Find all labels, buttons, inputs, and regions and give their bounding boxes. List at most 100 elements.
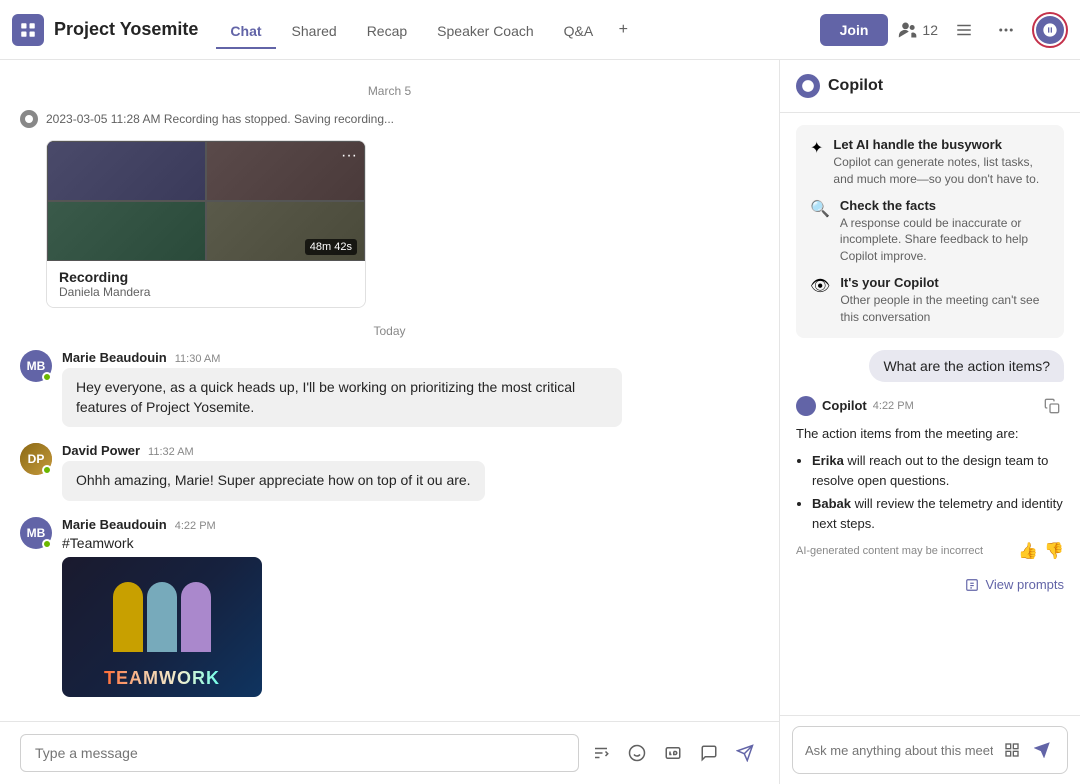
message-time-3: 4:22 PM	[175, 520, 216, 532]
date-divider-march: March 5	[20, 84, 759, 98]
view-prompts-button[interactable]: View prompts	[965, 577, 1064, 592]
format-icon[interactable]	[587, 739, 615, 767]
message-1: MB Marie Beaudouin 11:30 AM Hey everyone…	[20, 350, 759, 427]
online-indicator-david	[42, 465, 52, 475]
response-header: Copilot 4:22 PM	[796, 394, 1064, 418]
copilot-icon	[1036, 16, 1064, 44]
user-question: What are the action items?	[869, 350, 1064, 382]
info-desc-3: Other people in the meeting can't see th…	[840, 292, 1050, 326]
recording-system-text: 2023-03-05 11:28 AM Recording has stoppe…	[46, 112, 394, 126]
recording-thumbnail: 48m 42s ···	[47, 141, 365, 261]
thumbs-up-icon[interactable]: 👍	[1018, 541, 1038, 561]
info-item-1: ✦ Let AI handle the busywork Copilot can…	[810, 137, 1050, 188]
message-content-2: David Power 11:32 AM Ohhh amazing, Marie…	[62, 443, 759, 501]
info-item-2: 🔍 Check the facts A response could be in…	[810, 198, 1050, 265]
magnify-icon: 🔍	[810, 199, 830, 219]
tab-recap[interactable]: Recap	[353, 15, 421, 49]
avatar-marie: MB	[20, 350, 52, 382]
date-divider-today: Today	[20, 324, 759, 338]
copilot-response: Copilot 4:22 PM The action items from th…	[796, 394, 1064, 562]
online-indicator	[42, 372, 52, 382]
response-bold-1: Erika	[812, 453, 844, 468]
send-copilot-icon[interactable]	[1029, 737, 1055, 763]
eye-icon: 👁	[810, 276, 830, 296]
tab-speaker-coach[interactable]: Speaker Coach	[423, 15, 548, 49]
teamwork-gif: TEAMWORK	[62, 557, 262, 697]
message-content-1: Marie Beaudouin 11:30 AM Hey everyone, a…	[62, 350, 759, 427]
ai-disclaimer: AI-generated content may be incorrect	[796, 545, 983, 557]
more-options-button[interactable]	[990, 14, 1022, 46]
copilot-input[interactable]	[805, 743, 993, 758]
chat-messages: March 5 2023-03-05 11:28 AM Recording ha…	[0, 60, 779, 721]
recording-info: Recording Daniela Mandera	[47, 261, 365, 307]
gif-icon[interactable]	[659, 739, 687, 767]
message-header-2: David Power 11:32 AM	[62, 443, 759, 458]
response-author: Copilot 4:22 PM	[796, 396, 914, 416]
recording-author: Daniela Mandera	[59, 285, 353, 299]
user-question-container: What are the action items?	[796, 350, 1064, 382]
person-3	[181, 582, 211, 652]
thumbs-down-icon[interactable]: 👎	[1044, 541, 1064, 561]
image-grid-icon[interactable]	[999, 737, 1025, 763]
avatar-david: DP	[20, 443, 52, 475]
message-time-1: 11:30 AM	[175, 353, 221, 365]
sparkle-icon: ✦	[810, 138, 823, 158]
attach-icon[interactable]	[695, 739, 723, 767]
info-title-1: Let AI handle the busywork	[833, 137, 1050, 152]
gif-people	[62, 567, 262, 667]
feedback-icons: 👍 👎	[1018, 541, 1064, 561]
copilot-info-card: ✦ Let AI handle the busywork Copilot can…	[796, 125, 1064, 338]
copy-button[interactable]	[1040, 394, 1064, 418]
info-desc-2: A response could be inaccurate or incomp…	[840, 215, 1050, 265]
recording-more-button[interactable]: ···	[341, 147, 357, 165]
info-item-3: 👁 It's your Copilot Other people in the …	[810, 275, 1050, 326]
message-3: MB Marie Beaudouin 4:22 PM #Teamwork	[20, 517, 759, 697]
info-desc-1: Copilot can generate notes, list tasks, …	[833, 154, 1050, 188]
nav-tabs: Chat Shared Recap Speaker Coach Q&A +	[216, 13, 637, 47]
thumb-cell-1	[47, 141, 206, 201]
tab-shared[interactable]: Shared	[278, 15, 351, 49]
main-content: March 5 2023-03-05 11:28 AM Recording ha…	[0, 60, 1080, 784]
response-text-1: will reach out to the design team to res…	[812, 453, 1048, 488]
recording-system-message: 2023-03-05 11:28 AM Recording has stoppe…	[20, 110, 759, 128]
send-icon[interactable]	[731, 739, 759, 767]
hashtag-teamwork: #Teamwork	[62, 535, 759, 551]
chat-input[interactable]	[20, 734, 579, 772]
emoji-icon[interactable]	[623, 739, 651, 767]
copilot-avatar-button[interactable]	[1032, 12, 1068, 48]
info-title-3: It's your Copilot	[840, 275, 1050, 290]
tab-qa[interactable]: Q&A	[550, 15, 608, 49]
join-button[interactable]: Join	[820, 14, 889, 46]
app-icon[interactable]	[12, 14, 44, 46]
tab-chat[interactable]: Chat	[216, 15, 275, 49]
message-content-3: Marie Beaudouin 4:22 PM #Teamwork TEAMWO…	[62, 517, 759, 697]
copilot-input-box	[792, 726, 1068, 774]
view-prompts-label: View prompts	[985, 577, 1064, 592]
person-1	[113, 582, 143, 652]
recording-icon	[20, 110, 38, 128]
avatar-marie-2: MB	[20, 517, 52, 549]
info-title-2: Check the facts	[840, 198, 1050, 213]
response-copilot-icon	[796, 396, 816, 416]
participants-count: 12	[922, 22, 938, 38]
nav-right: Join 12	[820, 12, 1068, 48]
gif-text-teamwork: TEAMWORK	[104, 668, 220, 689]
copilot-input-area	[780, 715, 1080, 784]
message-header-3: Marie Beaudouin 4:22 PM	[62, 517, 759, 532]
recording-label: Recording	[59, 269, 353, 285]
recording-duration: 48m 42s	[305, 239, 357, 255]
recording-card[interactable]: 48m 42s ··· Recording Daniela Mandera	[46, 140, 366, 308]
copilot-title: Copilot	[828, 77, 883, 95]
response-list: Erika will reach out to the design team …	[796, 451, 1064, 533]
response-item-1: Erika will reach out to the design team …	[812, 451, 1064, 490]
response-time: 4:22 PM	[873, 400, 914, 412]
view-prompts-row: View prompts	[796, 573, 1064, 596]
add-tab-button[interactable]: +	[609, 16, 637, 44]
copilot-input-icons	[999, 737, 1055, 763]
message-author-3: Marie Beaudouin	[62, 517, 167, 532]
participants-button[interactable]: 12	[898, 20, 938, 40]
list-icon[interactable]	[948, 14, 980, 46]
copilot-header-icon	[796, 74, 820, 98]
copilot-body: ✦ Let AI handle the busywork Copilot can…	[780, 113, 1080, 715]
person-2	[147, 582, 177, 652]
